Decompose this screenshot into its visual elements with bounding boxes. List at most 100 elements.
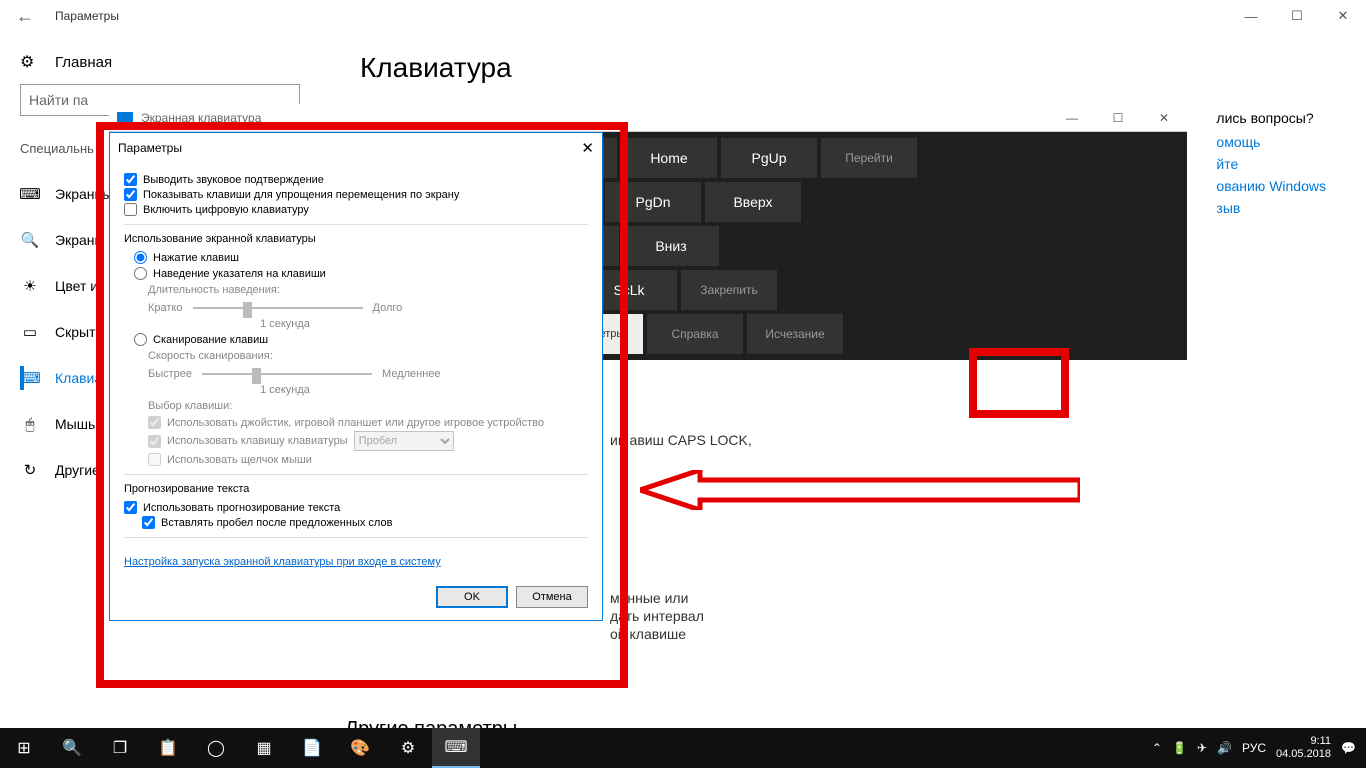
- tray-volume-icon[interactable]: 🔊: [1217, 741, 1232, 755]
- chk-numpad[interactable]: [124, 203, 137, 216]
- tray-clock[interactable]: 9:11 04.05.2018: [1276, 735, 1331, 761]
- hover-duration-label: Длительность наведения:: [148, 284, 588, 296]
- minimize-button[interactable]: —: [1228, 0, 1274, 32]
- help-link[interactable]: зыв: [1216, 200, 1326, 216]
- sidebar-item-label: Другие: [55, 462, 100, 478]
- hover-slider: [193, 300, 363, 316]
- osk-key[interactable]: Home: [621, 138, 717, 178]
- help-link[interactable]: ованию Windows: [1216, 178, 1326, 194]
- chk-numpad-label: Включить цифровую клавиатуру: [143, 204, 309, 216]
- sidebar-item-label: Мышь: [55, 416, 95, 432]
- taskbar-settings[interactable]: ⚙: [384, 728, 432, 768]
- osk-key[interactable]: Вверх: [705, 182, 801, 222]
- taskbar-excel[interactable]: ▦: [240, 728, 288, 768]
- tray-battery-icon[interactable]: 🔋: [1172, 741, 1187, 755]
- osk-title: Экранная клавиатура: [141, 111, 261, 125]
- scan-speed-label: Скорость сканирования:: [148, 350, 588, 362]
- osk-key[interactable]: PgDn: [605, 182, 701, 222]
- radio-click-label: Нажатие клавиш: [153, 252, 239, 264]
- body-text-fragment: ии авиш CAPS LOCK,: [610, 432, 752, 448]
- slider-max-label: Медленнее: [382, 368, 441, 380]
- osk-minimize[interactable]: —: [1049, 104, 1095, 132]
- task-view-button[interactable]: ❐: [96, 728, 144, 768]
- chk-joystick-label: Использовать джойстик, игровой планшет и…: [167, 417, 544, 429]
- home-link[interactable]: ⚙ Главная: [20, 52, 330, 72]
- taskbar-word[interactable]: 📄: [288, 728, 336, 768]
- slider-min-label: Кратко: [148, 302, 183, 314]
- chk-prediction[interactable]: [124, 501, 137, 514]
- help-link[interactable]: омощь: [1216, 134, 1326, 150]
- chk-joystick: [148, 416, 161, 429]
- dialog-titlebar: Параметры ✕: [110, 133, 602, 163]
- system-tray: ⌃ 🔋 ✈ 🔊 РУС 9:11 04.05.2018 💬: [1152, 735, 1366, 761]
- tray-airplane-icon[interactable]: ✈: [1197, 741, 1207, 755]
- body-text-fragment: менные или: [610, 590, 688, 606]
- kbd-key-select: Пробел: [354, 431, 454, 451]
- tray-up-icon[interactable]: ⌃: [1152, 741, 1162, 755]
- osk-key[interactable]: Закрепить: [681, 270, 777, 310]
- radio-scan-label: Сканирование клавиш: [153, 334, 268, 346]
- osk-key[interactable]: Вниз: [623, 226, 719, 266]
- taskbar-app[interactable]: 📋: [144, 728, 192, 768]
- sidebar-item-label: Скрыть: [55, 324, 103, 340]
- keyboard-icon: [117, 112, 133, 124]
- group-usage: Использование экранной клавиатуры: [124, 233, 588, 245]
- help-link[interactable]: йте: [1216, 156, 1326, 172]
- radio-scan[interactable]: [134, 333, 147, 346]
- chk-sound[interactable]: [124, 173, 137, 186]
- sidebar-item-icon: ⌨: [20, 368, 40, 388]
- window-title: Параметры: [55, 9, 119, 23]
- sidebar-item-icon: ⌨: [20, 184, 40, 204]
- body-text-fragment: дать интервал: [610, 608, 704, 624]
- login-settings-link[interactable]: Настройка запуска экранной клавиатуры пр…: [124, 556, 441, 568]
- chk-showkeys-label: Показывать клавиши для упрощения перемещ…: [143, 189, 459, 201]
- body-text-fragment: ой клавише: [610, 626, 686, 642]
- key-select-label: Выбор клавиши:: [148, 400, 588, 412]
- back-button[interactable]: ←: [10, 1, 40, 31]
- osk-settings-dialog: Параметры ✕ Выводить звуковое подтвержде…: [109, 132, 603, 621]
- chk-mouseclick-label: Использовать щелчок мыши: [167, 454, 312, 466]
- chk-prediction-label: Использовать прогнозирование текста: [143, 502, 340, 514]
- maximize-button[interactable]: ☐: [1274, 0, 1320, 32]
- osk-key[interactable]: Справка: [647, 314, 743, 354]
- osk-key[interactable]: PgUp: [721, 138, 817, 178]
- chk-insertspace[interactable]: [142, 516, 155, 529]
- radio-hover-label: Наведение указателя на клавиши: [153, 268, 326, 280]
- close-button[interactable]: ✕: [1320, 0, 1366, 32]
- sidebar-item-label: Цвет и: [55, 278, 98, 294]
- chk-kbdkey: [148, 435, 161, 448]
- chk-kbdkey-label: Использовать клавишу клавиатуры: [167, 435, 348, 447]
- taskbar-paint[interactable]: 🎨: [336, 728, 384, 768]
- start-button[interactable]: ⊞: [0, 728, 48, 768]
- sidebar-item-icon: ▭: [20, 322, 40, 342]
- ok-button[interactable]: OK: [436, 586, 508, 608]
- search-button[interactable]: 🔍: [48, 728, 96, 768]
- chk-showkeys[interactable]: [124, 188, 137, 201]
- sidebar-item-label: Клавиа: [55, 370, 102, 386]
- tray-language[interactable]: РУС: [1242, 741, 1266, 755]
- osk-key[interactable]: Перейти: [821, 138, 917, 178]
- dialog-close[interactable]: ✕: [581, 139, 594, 157]
- help-heading: лись вопросы?: [1216, 110, 1326, 126]
- sidebar-item-label: Экранны: [55, 186, 112, 202]
- taskbar-osk[interactable]: ⌨: [432, 728, 480, 768]
- sidebar-item-icon: 🔍: [20, 230, 40, 250]
- group-prediction: Прогнозирование текста: [124, 483, 588, 495]
- tray-notifications-icon[interactable]: 💬: [1341, 741, 1356, 755]
- cancel-button[interactable]: Отмена: [516, 586, 588, 608]
- slider-value: 1 секунда: [200, 384, 370, 396]
- osk-close[interactable]: ✕: [1141, 104, 1187, 132]
- chk-sound-label: Выводить звуковое подтверждение: [143, 174, 324, 186]
- sidebar-item-icon: ☀: [20, 276, 40, 296]
- slider-value: 1 секунда: [200, 318, 370, 330]
- radio-click[interactable]: [134, 251, 147, 264]
- dialog-title: Параметры: [118, 141, 182, 155]
- slider-min-label: Быстрее: [148, 368, 192, 380]
- osk-key[interactable]: Исчезание: [747, 314, 843, 354]
- sidebar-item-icon: ↻: [20, 460, 40, 480]
- sidebar-item-label: Экранн: [55, 232, 102, 248]
- radio-hover[interactable]: [134, 267, 147, 280]
- chk-insertspace-label: Вставлять пробел после предложенных слов: [161, 517, 392, 529]
- osk-maximize[interactable]: ☐: [1095, 104, 1141, 132]
- taskbar-chrome[interactable]: ◯: [192, 728, 240, 768]
